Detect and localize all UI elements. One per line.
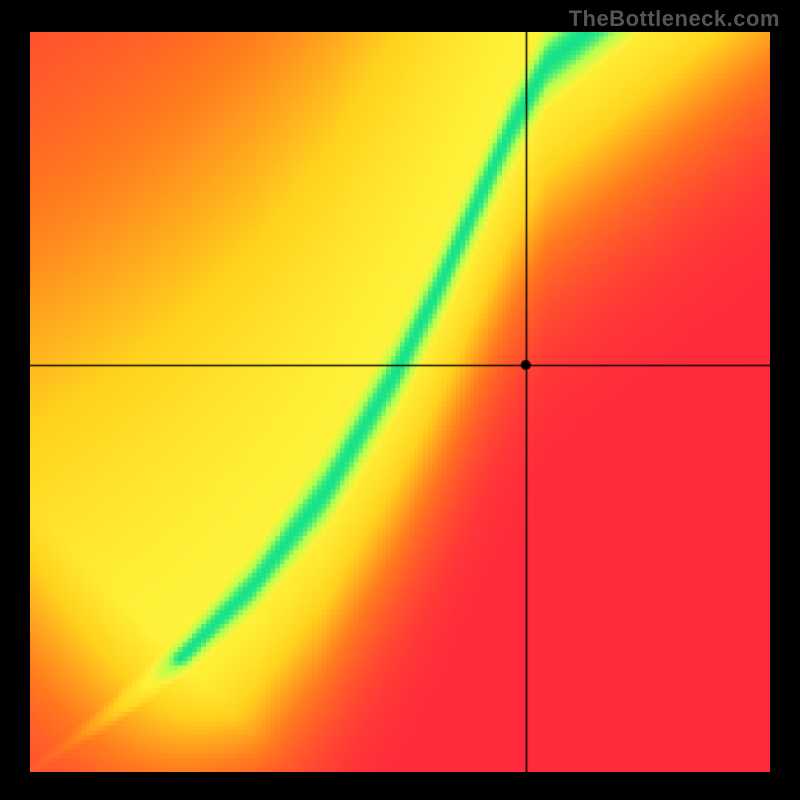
chart-frame: TheBottleneck.com — [0, 0, 800, 800]
watermark-label: TheBottleneck.com — [569, 6, 780, 32]
heatmap-canvas — [30, 32, 770, 772]
